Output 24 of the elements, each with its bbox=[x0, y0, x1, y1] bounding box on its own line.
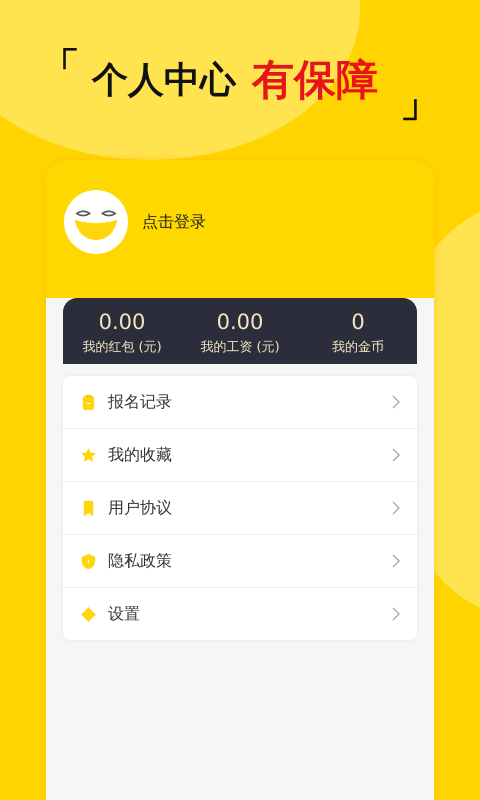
shield-icon bbox=[79, 552, 98, 570]
chevron-icon bbox=[391, 447, 401, 463]
stat-label: 我的金币 bbox=[332, 339, 384, 356]
chevron-icon bbox=[391, 500, 401, 516]
menu-item[interactable]: 我的收藏 bbox=[108, 444, 172, 466]
headline-highlight: 有保障 bbox=[252, 54, 378, 106]
quote-mark: 「 bbox=[40, 44, 80, 93]
menu-item[interactable]: 隐私政策 bbox=[108, 550, 172, 572]
login-link[interactable]: 点击登录 bbox=[142, 212, 206, 232]
quote-mark: 」 bbox=[400, 79, 440, 128]
menu-item[interactable]: 用户协议 bbox=[108, 498, 172, 518]
chevron-icon bbox=[391, 553, 401, 569]
stat-label: 我的红包 (元) bbox=[82, 339, 162, 356]
chevron-icon bbox=[391, 394, 401, 410]
avatar-icon[interactable] bbox=[64, 190, 128, 254]
menu-item[interactable]: 报名记录 bbox=[108, 392, 172, 412]
stat-label: 我的工资 (元) bbox=[200, 339, 280, 356]
chevron-icon bbox=[391, 606, 401, 622]
menu-item[interactable]: 设置 bbox=[108, 604, 140, 624]
stat-value: 0.00 bbox=[98, 310, 146, 334]
headline-text: 个人中心 bbox=[92, 58, 236, 102]
stat-value: 0.00 bbox=[216, 310, 264, 334]
stat-value: 0 bbox=[351, 310, 365, 334]
star-icon bbox=[79, 446, 98, 464]
